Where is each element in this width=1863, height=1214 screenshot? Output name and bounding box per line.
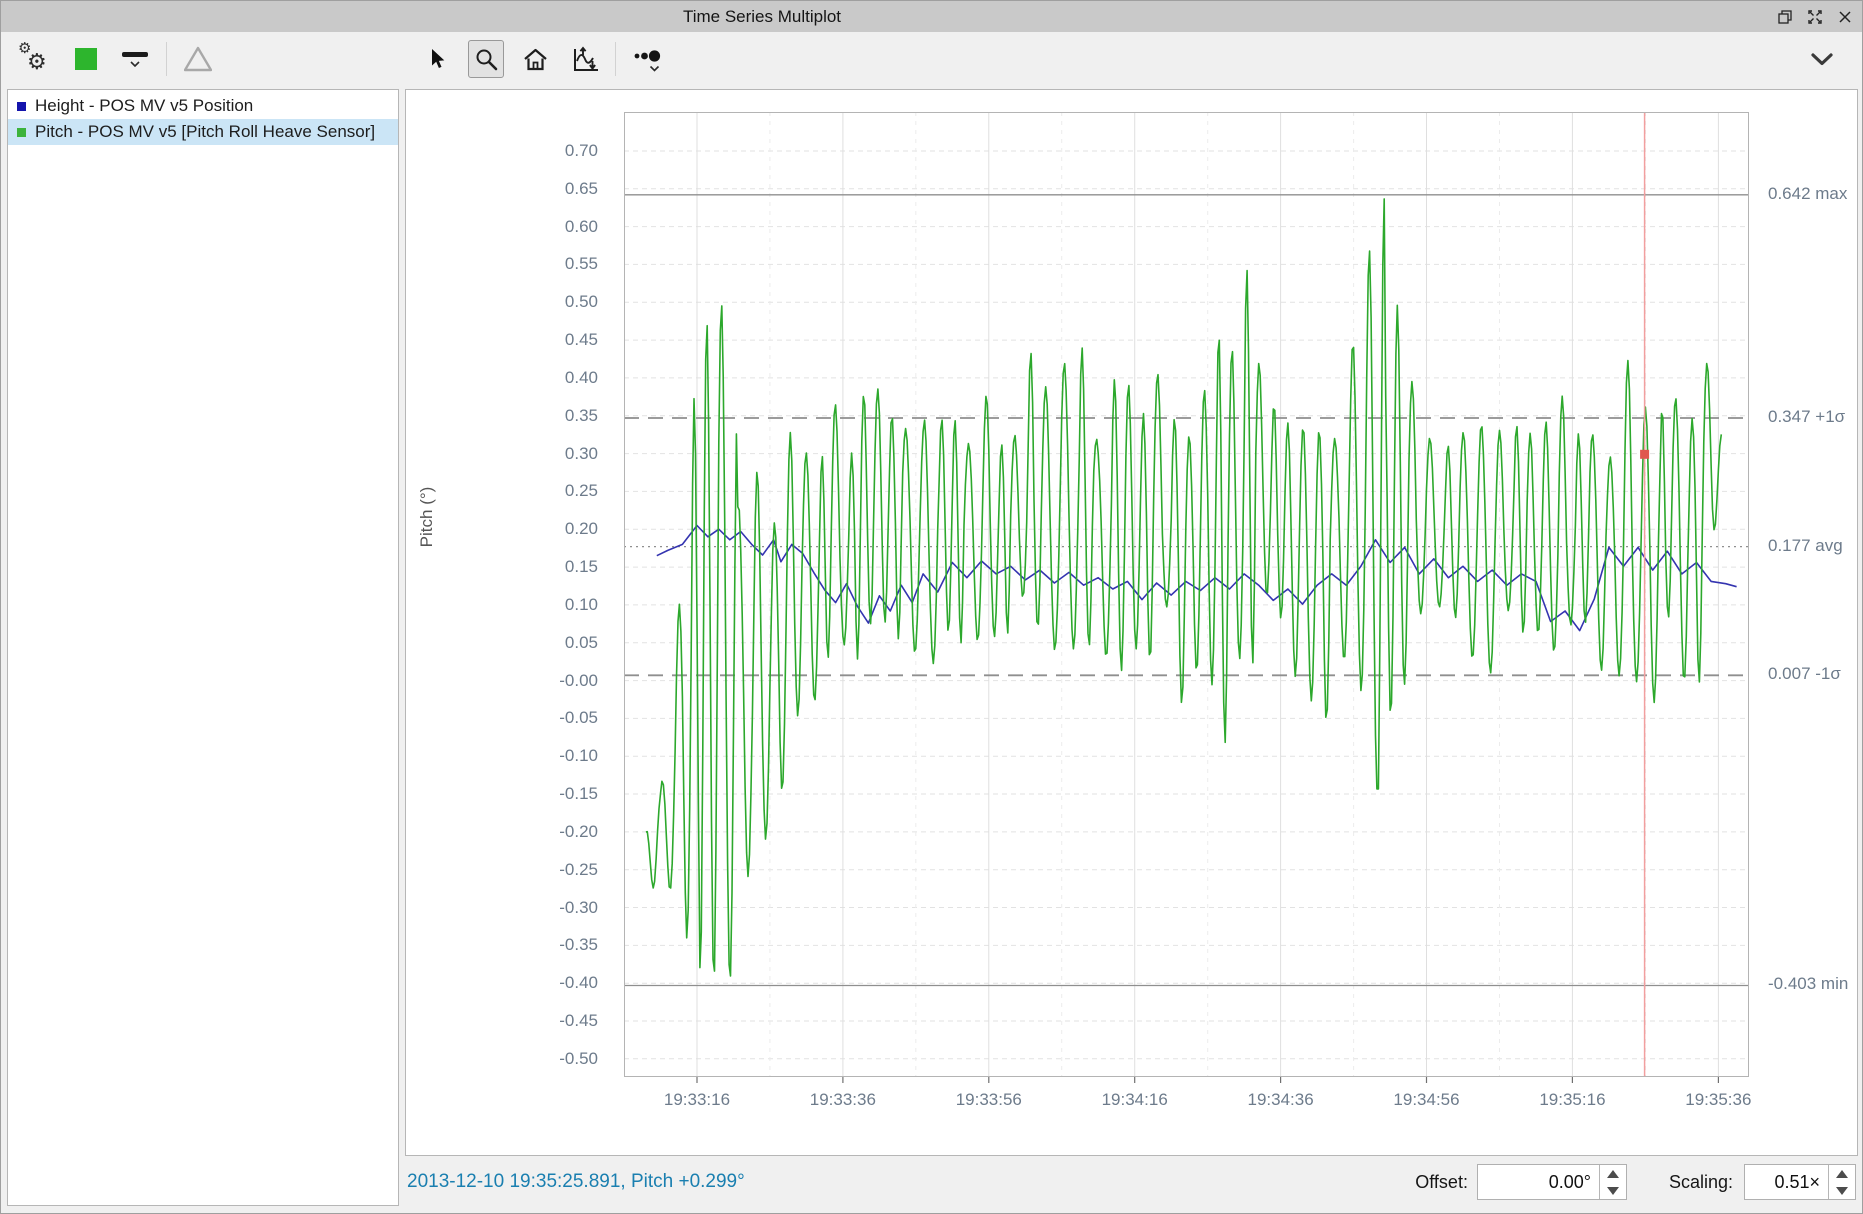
legend-item-pitch[interactable]: Pitch - POS MV v5 [Pitch Roll Heave Sens… (8, 119, 398, 145)
y-tick-label: -0.15 (412, 784, 612, 804)
y-tick-label: 0.20 (412, 519, 612, 539)
dropdown-chevron-icon (651, 66, 659, 70)
settings-gears-icon[interactable]: ⚙⚙ (15, 40, 55, 78)
close-icon[interactable] (1836, 8, 1854, 26)
toolbar-right-group (1804, 32, 1840, 86)
x-tick-label: 19:33:16 (664, 1090, 730, 1110)
legend-item-label: Pitch - POS MV v5 [Pitch Roll Heave Sens… (35, 122, 375, 142)
toolbar: ⚙⚙ (1, 32, 1862, 86)
zoom-tool-icon[interactable] (468, 40, 504, 78)
y-tick-label: -0.10 (412, 746, 612, 766)
status-bar: 2013-12-10 19:35:25.891, Pitch +0.299° O… (405, 1158, 1856, 1206)
x-tick-label: 19:35:36 (1685, 1090, 1751, 1110)
y-tick-label: -0.35 (412, 935, 612, 955)
stat-line-label: 0.347 +1σ (1768, 407, 1845, 427)
titlebar[interactable]: Time Series Multiplot (1, 1, 1862, 32)
y-tick-label: 0.55 (412, 254, 612, 274)
toolbar-center-group (419, 32, 673, 86)
x-tick-label: 19:34:56 (1393, 1090, 1459, 1110)
legend-item-label: Height - POS MV v5 Position (35, 96, 253, 116)
y-tick-label: 0.40 (412, 368, 612, 388)
y-tick-label: 0.35 (412, 406, 612, 426)
y-tick-label: 0.65 (412, 179, 612, 199)
cursor-readout: 2013-12-10 19:35:25.891, Pitch +0.299° (407, 1171, 745, 1193)
stat-line-label: 0.007 -1σ (1768, 664, 1841, 684)
y-tick-label: 0.30 (412, 444, 612, 464)
export-series-icon[interactable] (566, 40, 602, 78)
toolbar-left-group: ⚙⚙ (15, 32, 216, 86)
y-tick-label: 0.05 (412, 633, 612, 653)
float-window-icon[interactable] (1776, 8, 1794, 26)
y-axis-tick-labels: 0.70 0.65 0.60 0.55 0.50 0.45 0.40 0.35 0.30 0.25… (406, 90, 612, 1099)
toolbar-separator (166, 42, 167, 76)
y-tick-label: 0.45 (412, 330, 612, 350)
plot-area[interactable] (624, 112, 1749, 1077)
collapse-toolbar-chevron-icon[interactable] (1804, 40, 1840, 78)
y-tick-label: 0.25 (412, 481, 612, 501)
home-view-icon[interactable] (517, 40, 553, 78)
chart-panel: Pitch (°) 0.700.650.600.550.500.450.400.… (405, 89, 1858, 1156)
y-tick-label: -0.30 (412, 898, 612, 918)
line-glyph (122, 52, 148, 57)
x-tick-label: 19:33:36 (810, 1090, 876, 1110)
offset-input[interactable]: 0.00° (1478, 1165, 1599, 1199)
window-title: Time Series Multiplot (683, 7, 841, 27)
x-tick-label: 19:33:56 (956, 1090, 1022, 1110)
color-swatch-fill (75, 48, 97, 70)
series-legend-panel: Height - POS MV v5 Position Pitch - POS … (7, 89, 399, 1206)
y-tick-label: -0.40 (412, 973, 612, 993)
series-line-1 (646, 199, 1721, 976)
y-tick-label: -0.00 (412, 671, 612, 691)
y-tick-label: 0.50 (412, 292, 612, 312)
scaling-label: Scaling: (1669, 1172, 1733, 1193)
x-tick-label: 19:34:36 (1248, 1090, 1314, 1110)
y-tick-label: -0.50 (412, 1049, 612, 1069)
offset-spinbox[interactable]: 0.00° (1477, 1164, 1627, 1200)
dropdown-chevron-icon (130, 61, 140, 67)
toolbar-separator (615, 42, 616, 76)
scaling-spin-down[interactable] (1829, 1182, 1855, 1199)
legend-item-height[interactable]: Height - POS MV v5 Position (8, 93, 398, 119)
series-color-swatch[interactable] (68, 40, 104, 78)
scaling-spin-up[interactable] (1829, 1165, 1855, 1182)
stat-line-label: -0.403 min (1768, 974, 1848, 994)
scaling-spinbox[interactable]: 0.51× (1744, 1164, 1856, 1200)
plot-frame (625, 113, 1749, 1077)
pointer-tool-icon[interactable] (419, 40, 455, 78)
y-tick-label: 0.10 (412, 595, 612, 615)
x-axis-tick-labels: 19:33:16 19:33:36 19:33:56 19:34:16 19:34:36… (406, 1090, 1859, 1114)
y-tick-label: -0.25 (412, 860, 612, 880)
y-tick-label: -0.45 (412, 1011, 612, 1031)
offset-scaling-controls: Offset: 0.00° Scaling: 0.51× (1415, 1164, 1856, 1200)
scaling-input[interactable]: 0.51× (1745, 1165, 1828, 1199)
cursor-value-marker (1640, 450, 1649, 459)
gears-glyph: ⚙⚙ (19, 41, 51, 77)
y-tick-label: 0.70 (412, 141, 612, 161)
time-series-multiplot-window: Time Series Multiplot (0, 0, 1863, 1214)
pitch-series-marker (17, 128, 26, 137)
offset-spin-buttons (1599, 1165, 1626, 1199)
line-style-icon[interactable] (117, 40, 153, 78)
x-tick-label: 19:35:16 (1539, 1090, 1605, 1110)
stat-line-label: 0.177 avg (1768, 536, 1843, 556)
offset-label: Offset: (1415, 1172, 1468, 1193)
window-controls (1776, 1, 1854, 32)
y-tick-label: 0.15 (412, 557, 612, 577)
point-display-icon[interactable] (629, 40, 673, 78)
stat-line-label: 0.642 max (1768, 184, 1847, 204)
y-tick-label: -0.20 (412, 822, 612, 842)
y-tick-label: -0.05 (412, 708, 612, 728)
maximize-icon[interactable] (1806, 8, 1824, 26)
offset-spin-up[interactable] (1600, 1165, 1626, 1182)
x-tick-label: 19:34:16 (1102, 1090, 1168, 1110)
scaling-spin-buttons (1828, 1165, 1855, 1199)
marker-shape-icon[interactable] (180, 40, 216, 78)
plot-svg (624, 112, 1749, 1077)
offset-spin-down[interactable] (1600, 1182, 1626, 1199)
height-series-marker (17, 102, 26, 111)
y-tick-label: 0.60 (412, 217, 612, 237)
